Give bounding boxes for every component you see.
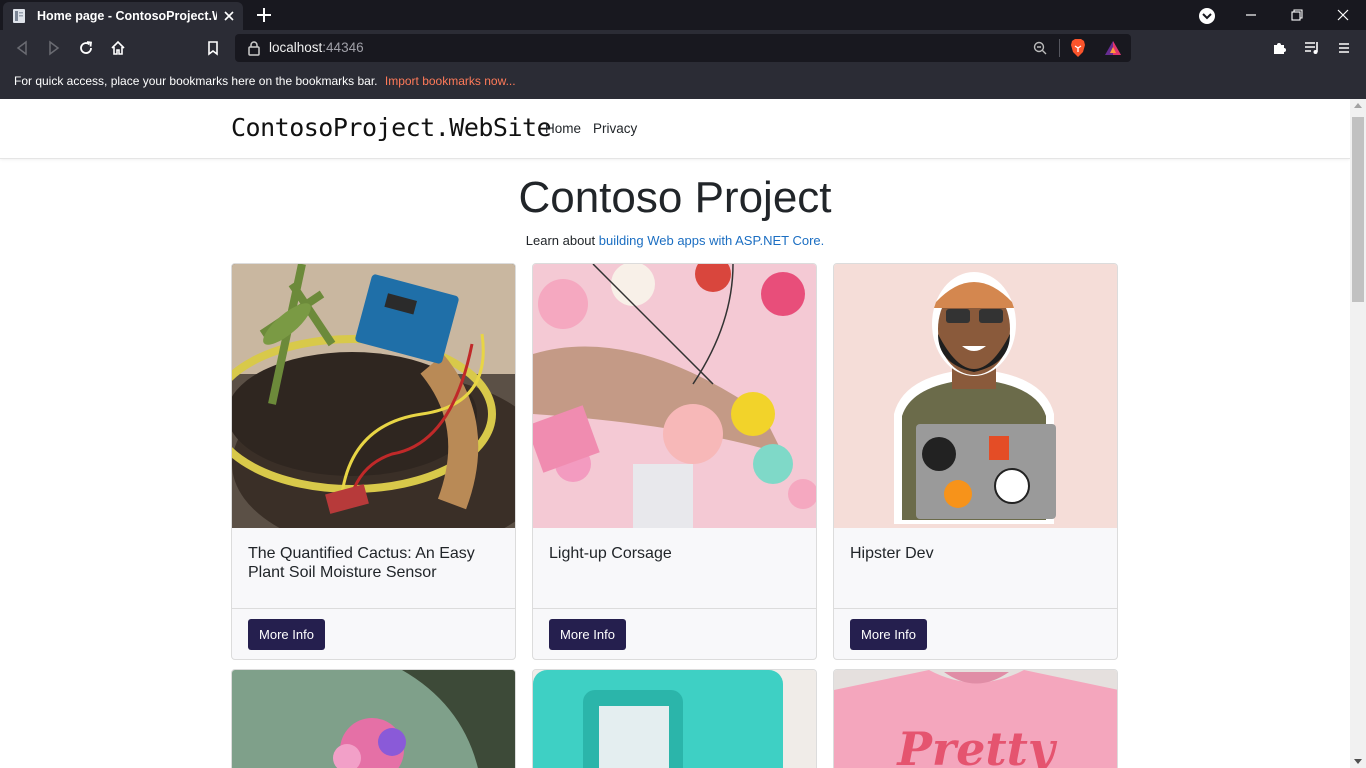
new-tab-icon[interactable] — [255, 6, 273, 24]
project-card: Light-up Corsage More Info — [532, 263, 817, 660]
project-card: Hipster Dev More Info — [833, 263, 1118, 660]
forward-icon[interactable] — [45, 39, 63, 57]
page-viewport: ContosoProject.WebSite Home Privacy Cont… — [0, 99, 1366, 768]
url-host: localhost — [269, 40, 323, 55]
browser-toolbar: localhost:44346 — [0, 30, 1366, 66]
scroll-thumb[interactable] — [1352, 117, 1364, 302]
flower-corsage-photo — [533, 264, 816, 528]
page-favicon-icon — [11, 8, 27, 24]
bookmarks-message: For quick access, place your bookmarks h… — [14, 74, 378, 88]
project-card — [532, 669, 817, 768]
restore-icon[interactable] — [1274, 0, 1320, 30]
zoom-icon[interactable] — [1032, 40, 1048, 56]
teal-case-photo — [533, 670, 816, 768]
project-card — [231, 669, 516, 768]
site-navbar: ContosoProject.WebSite Home Privacy — [0, 99, 1350, 159]
pink-tshirt-photo: Pretty — [834, 670, 1117, 768]
minimize-icon[interactable] — [1228, 0, 1274, 30]
home-icon[interactable] — [109, 39, 127, 57]
scroll-up-icon[interactable] — [1354, 103, 1362, 108]
tab-close-icon[interactable] — [221, 8, 237, 24]
tshirt-text: Pretty — [895, 722, 1058, 768]
brave-shields-icon[interactable] — [1069, 38, 1087, 58]
hipster-dev-illustration — [834, 264, 1117, 528]
tab-title: Home page - ContosoProject.WebSite — [37, 9, 217, 23]
url-port: :44346 — [322, 40, 364, 55]
subtitle-text: Learn about — [525, 233, 596, 248]
card-title: Light-up Corsage — [549, 545, 672, 562]
project-card: The Quantified Cactus: An Easy Plant Soi… — [231, 263, 516, 660]
more-info-button[interactable]: More Info — [248, 619, 325, 650]
page-scrollbar[interactable] — [1350, 99, 1366, 768]
card-footer: More Info — [834, 608, 1117, 659]
project-card: Pretty — [833, 669, 1118, 768]
cactus-arduino-photo — [232, 264, 515, 528]
nav-home-link[interactable]: Home — [545, 121, 581, 136]
menu-icon[interactable] — [1335, 39, 1353, 57]
brave-rewards-icon[interactable] — [1104, 40, 1122, 56]
page-subtitle: Learn about building Web apps with ASP.N… — [0, 233, 1350, 248]
tab-search-icon[interactable] — [1197, 6, 1217, 26]
url-text[interactable]: localhost:44346 — [269, 40, 364, 55]
pink-flower-photo — [232, 670, 515, 768]
address-bar[interactable]: localhost:44346 — [235, 34, 1131, 62]
bookmarks-bar: For quick access, place your bookmarks h… — [0, 66, 1366, 99]
extensions-icon[interactable] — [1271, 39, 1289, 57]
card-footer: More Info — [533, 608, 816, 659]
media-playlist-icon[interactable] — [1303, 39, 1321, 57]
nav-privacy-link[interactable]: Privacy — [593, 121, 637, 136]
card-title: The Quantified Cactus: An Easy Plant Soi… — [248, 545, 475, 581]
tab-bar: Home page - ContosoProject.WebSite — [0, 0, 1366, 30]
back-icon[interactable] — [13, 39, 31, 57]
aspnet-docs-link[interactable]: building Web apps with ASP.NET Core. — [599, 233, 824, 248]
card-title: Hipster Dev — [850, 545, 934, 562]
site-brand[interactable]: ContosoProject.WebSite — [231, 113, 552, 142]
more-info-button[interactable]: More Info — [850, 619, 927, 650]
lock-icon[interactable] — [247, 40, 261, 56]
bookmark-icon[interactable] — [204, 39, 222, 57]
browser-tab[interactable]: Home page - ContosoProject.WebSite — [3, 2, 243, 30]
page-title: Contoso Project — [518, 173, 832, 222]
omnibox-separator — [1059, 39, 1060, 57]
scroll-down-icon[interactable] — [1354, 759, 1362, 764]
close-window-icon[interactable] — [1320, 0, 1366, 30]
import-bookmarks-link[interactable]: Import bookmarks now... — [385, 74, 516, 88]
more-info-button[interactable]: More Info — [549, 619, 626, 650]
reload-icon[interactable] — [77, 39, 95, 57]
card-footer: More Info — [232, 608, 515, 659]
